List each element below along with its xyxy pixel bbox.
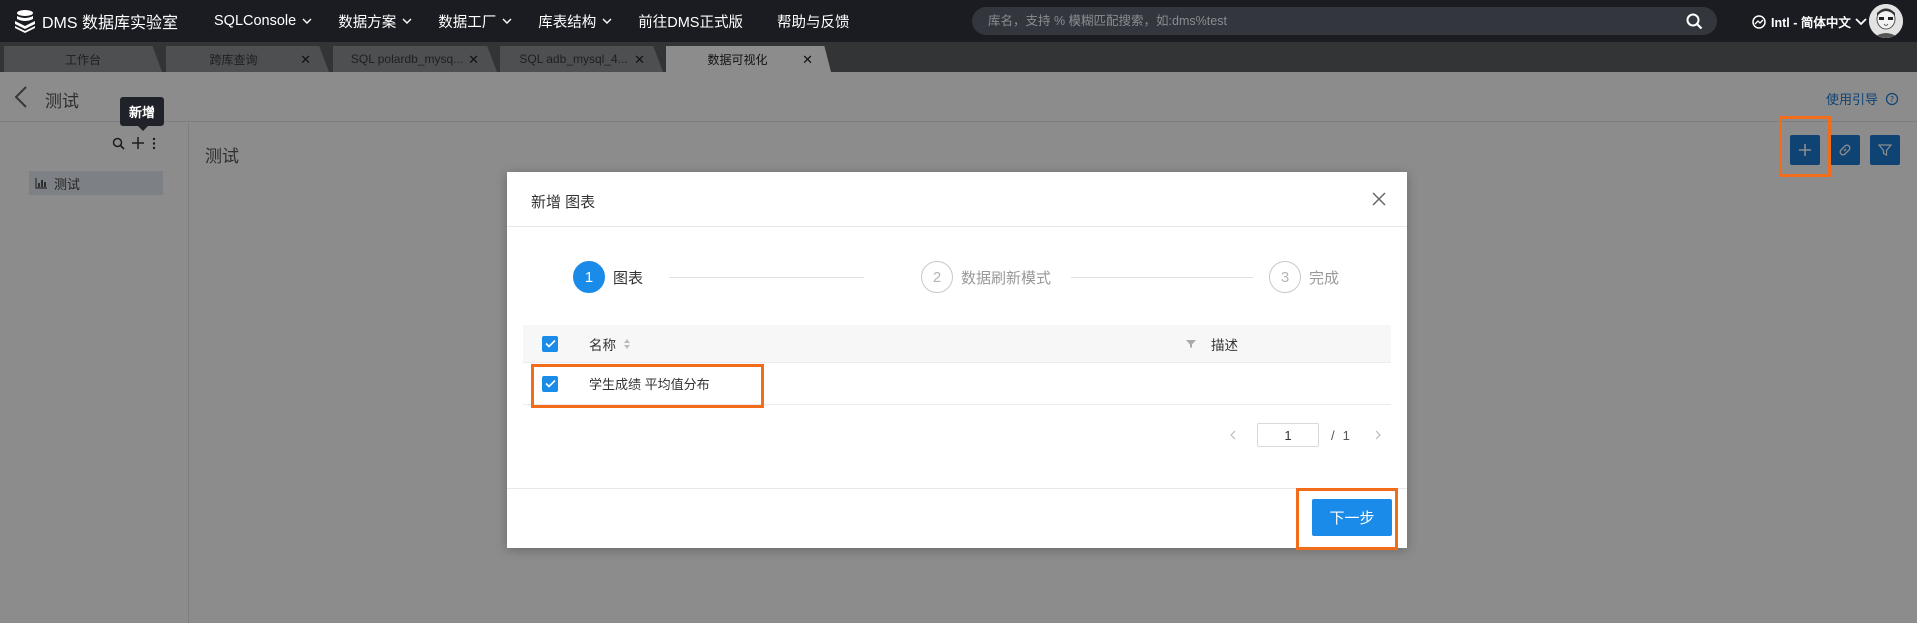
add-chart-dialog: 新增 图表 1 图表 2 数据刷新模式 3 完成 名称 描述 学生成绩 平均值分… (507, 172, 1407, 548)
globe-icon (1752, 14, 1766, 29)
search-input[interactable] (972, 14, 1652, 28)
check-icon (544, 379, 556, 388)
check-icon (544, 339, 556, 348)
pagination: 1 / 1 (1229, 423, 1382, 447)
search-icon[interactable] (1686, 13, 1703, 30)
step-number: 1 (573, 261, 605, 293)
avatar[interactable] (1869, 4, 1903, 38)
select-all-checkbox[interactable] (542, 335, 558, 352)
chevron-down-icon (302, 18, 312, 24)
page-separator: / (1331, 427, 1335, 443)
chevron-right-icon[interactable] (1374, 430, 1382, 440)
step-1: 1 图表 (573, 261, 643, 293)
step-label: 完成 (1309, 269, 1340, 287)
dialog-header: 新增 图表 (507, 172, 1407, 227)
page-total: 1 (1342, 427, 1350, 443)
step-number: 3 (1269, 261, 1301, 293)
step-label: 数据刷新模式 (961, 269, 1052, 287)
main-menu: SQLConsole 数据方案 数据工厂 库表结构 前往DMS正式版 帮助与反馈 (214, 0, 875, 42)
app-title: DMS 数据库实验室 (42, 15, 179, 32)
menu-data-factory[interactable]: 数据工厂 (438, 11, 512, 32)
locale-switcher[interactable]: Intl - 简体中文 (1752, 12, 1867, 31)
locale-label: Intl - 简体中文 (1771, 16, 1851, 30)
row-checkbox[interactable] (542, 375, 558, 392)
next-step-button[interactable]: 下一步 (1312, 499, 1392, 536)
database-icon (15, 10, 35, 33)
table-header: 名称 描述 (523, 325, 1391, 363)
chevron-down-icon (602, 18, 612, 24)
dialog-title: 新增 图表 (531, 194, 596, 211)
menu-data-solution[interactable]: 数据方案 (338, 11, 412, 32)
menu-sqlconsole[interactable]: SQLConsole (214, 13, 312, 29)
menu-table-structure[interactable]: 库表结构 (538, 11, 612, 32)
table-row[interactable]: 学生成绩 平均值分布 (523, 363, 1391, 405)
app-logo[interactable]: DMS 数据库实验室 (14, 9, 214, 33)
menu-help[interactable]: 帮助与反馈 (777, 11, 850, 32)
row-name: 学生成绩 平均值分布 (589, 377, 710, 392)
chevron-down-icon (502, 18, 512, 24)
step-3: 3 完成 (1269, 261, 1339, 293)
dialog-footer (507, 488, 1407, 548)
global-search (972, 7, 1717, 35)
stepper: 1 图表 2 数据刷新模式 3 完成 (573, 261, 1353, 293)
column-header-name[interactable]: 名称 (589, 334, 631, 354)
column-header-desc: 描述 (1211, 337, 1238, 353)
sort-icon[interactable] (623, 338, 631, 350)
step-connector (1071, 277, 1253, 278)
chart-table: 名称 描述 学生成绩 平均值分布 (523, 325, 1391, 405)
step-2: 2 数据刷新模式 (921, 261, 1051, 293)
close-icon[interactable] (1369, 189, 1389, 209)
user-avatar-icon (1869, 4, 1903, 38)
chevron-left-icon[interactable] (1229, 430, 1237, 440)
step-label: 图表 (613, 269, 644, 287)
top-nav: DMS 数据库实验室 SQLConsole 数据方案 数据工厂 库表结构 前往D… (0, 0, 1917, 42)
add-tooltip: 新增 (120, 97, 164, 131)
page-input[interactable]: 1 (1257, 423, 1319, 447)
chevron-down-icon (1855, 17, 1867, 25)
chevron-down-icon (402, 18, 412, 24)
menu-go-dms[interactable]: 前往DMS正式版 (638, 11, 743, 32)
step-connector (669, 277, 864, 278)
filter-icon[interactable] (1186, 339, 1196, 349)
step-number: 2 (921, 261, 953, 293)
